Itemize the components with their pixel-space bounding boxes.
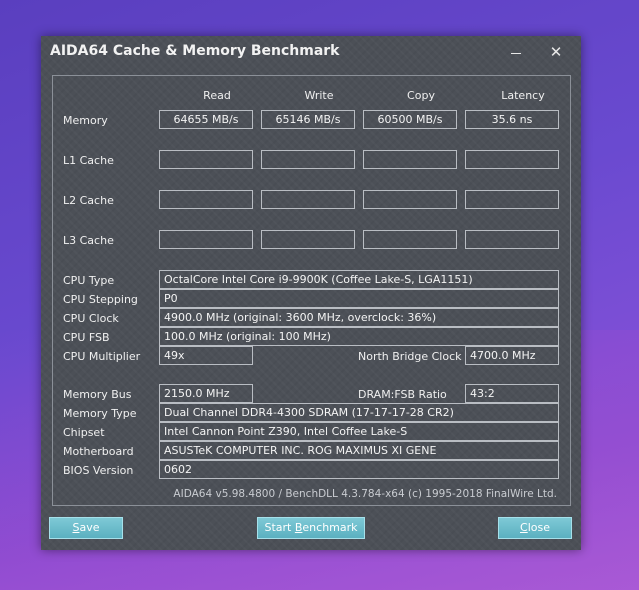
title-bar[interactable]: AIDA64 Cache & Memory Benchmark ✕ xyxy=(41,36,581,70)
l3-copy-value xyxy=(363,230,457,249)
bios-version-value: 0602 xyxy=(159,460,559,479)
version-copyright-text: AIDA64 v5.98.4800 / BenchDLL 4.3.784-x64… xyxy=(173,488,557,500)
column-header-latency: Latency xyxy=(501,89,545,102)
bios-version-label: BIOS Version xyxy=(63,464,134,477)
memory-copy-value: 60500 MB/s xyxy=(363,110,457,129)
l3-read-value xyxy=(159,230,253,249)
column-header-write: Write xyxy=(304,89,334,102)
north-bridge-clock-value: 4700.0 MHz xyxy=(465,346,559,365)
row-label-l1-cache: L1 Cache xyxy=(63,154,114,167)
close-button-mnemonic: C xyxy=(520,521,528,534)
l2-read-value xyxy=(159,190,253,209)
l3-latency-value xyxy=(465,230,559,249)
l1-write-value xyxy=(261,150,355,169)
l1-latency-value xyxy=(465,150,559,169)
save-button[interactable]: Save xyxy=(49,517,123,539)
start-benchmark-label-start: Start xyxy=(264,521,295,534)
cpu-type-label: CPU Type xyxy=(63,274,115,287)
start-benchmark-button[interactable]: Start Benchmark xyxy=(257,517,365,539)
cpu-fsb-label: CPU FSB xyxy=(63,331,110,344)
benchmark-window: AIDA64 Cache & Memory Benchmark ✕ Read W… xyxy=(41,36,581,550)
column-header-copy: Copy xyxy=(407,89,435,102)
results-panel: Read Write Copy Latency Memory 64655 MB/… xyxy=(52,75,571,506)
dram-fsb-ratio-label: DRAM:FSB Ratio xyxy=(358,388,447,401)
row-label-memory: Memory xyxy=(63,114,108,127)
save-button-label: ave xyxy=(79,521,100,534)
row-label-l2-cache: L2 Cache xyxy=(63,194,114,207)
window-title: AIDA64 Cache & Memory Benchmark xyxy=(50,43,340,59)
l3-write-value xyxy=(261,230,355,249)
l2-latency-value xyxy=(465,190,559,209)
close-button[interactable]: Close xyxy=(498,517,572,539)
memory-type-value: Dual Channel DDR4-4300 SDRAM (17-17-17-2… xyxy=(159,403,559,422)
row-label-l3-cache: L3 Cache xyxy=(63,234,114,247)
close-button-label: lose xyxy=(527,521,550,534)
dram-fsb-ratio-value: 43:2 xyxy=(465,384,559,403)
column-header-read: Read xyxy=(203,89,231,102)
l2-write-value xyxy=(261,190,355,209)
cpu-multiplier-label: CPU Multiplier xyxy=(63,350,141,363)
cpu-clock-label: CPU Clock xyxy=(63,312,119,325)
l2-copy-value xyxy=(363,190,457,209)
close-x-icon[interactable]: ✕ xyxy=(542,42,570,62)
start-benchmark-label-rest: enchmark xyxy=(302,521,358,534)
cpu-fsb-value: 100.0 MHz (original: 100 MHz) xyxy=(159,327,559,346)
cpu-stepping-value: P0 xyxy=(159,289,559,308)
memory-type-label: Memory Type xyxy=(63,407,137,420)
cpu-multiplier-value: 49x xyxy=(159,346,253,365)
l1-read-value xyxy=(159,150,253,169)
motherboard-value: ASUSTeK COMPUTER INC. ROG MAXIMUS XI GEN… xyxy=(159,441,559,460)
memory-bus-value: 2150.0 MHz xyxy=(159,384,253,403)
l1-copy-value xyxy=(363,150,457,169)
memory-bus-label: Memory Bus xyxy=(63,388,132,401)
cpu-stepping-label: CPU Stepping xyxy=(63,293,138,306)
minimize-icon[interactable] xyxy=(502,42,530,62)
motherboard-label: Motherboard xyxy=(63,445,134,458)
chipset-label: Chipset xyxy=(63,426,105,439)
memory-latency-value: 35.6 ns xyxy=(465,110,559,129)
memory-read-value: 64655 MB/s xyxy=(159,110,253,129)
memory-write-value: 65146 MB/s xyxy=(261,110,355,129)
cpu-clock-value: 4900.0 MHz (original: 3600 MHz, overcloc… xyxy=(159,308,559,327)
north-bridge-clock-label: North Bridge Clock xyxy=(358,350,462,363)
cpu-type-value: OctalCore Intel Core i9-9900K (Coffee La… xyxy=(159,270,559,289)
chipset-value: Intel Cannon Point Z390, Intel Coffee La… xyxy=(159,422,559,441)
